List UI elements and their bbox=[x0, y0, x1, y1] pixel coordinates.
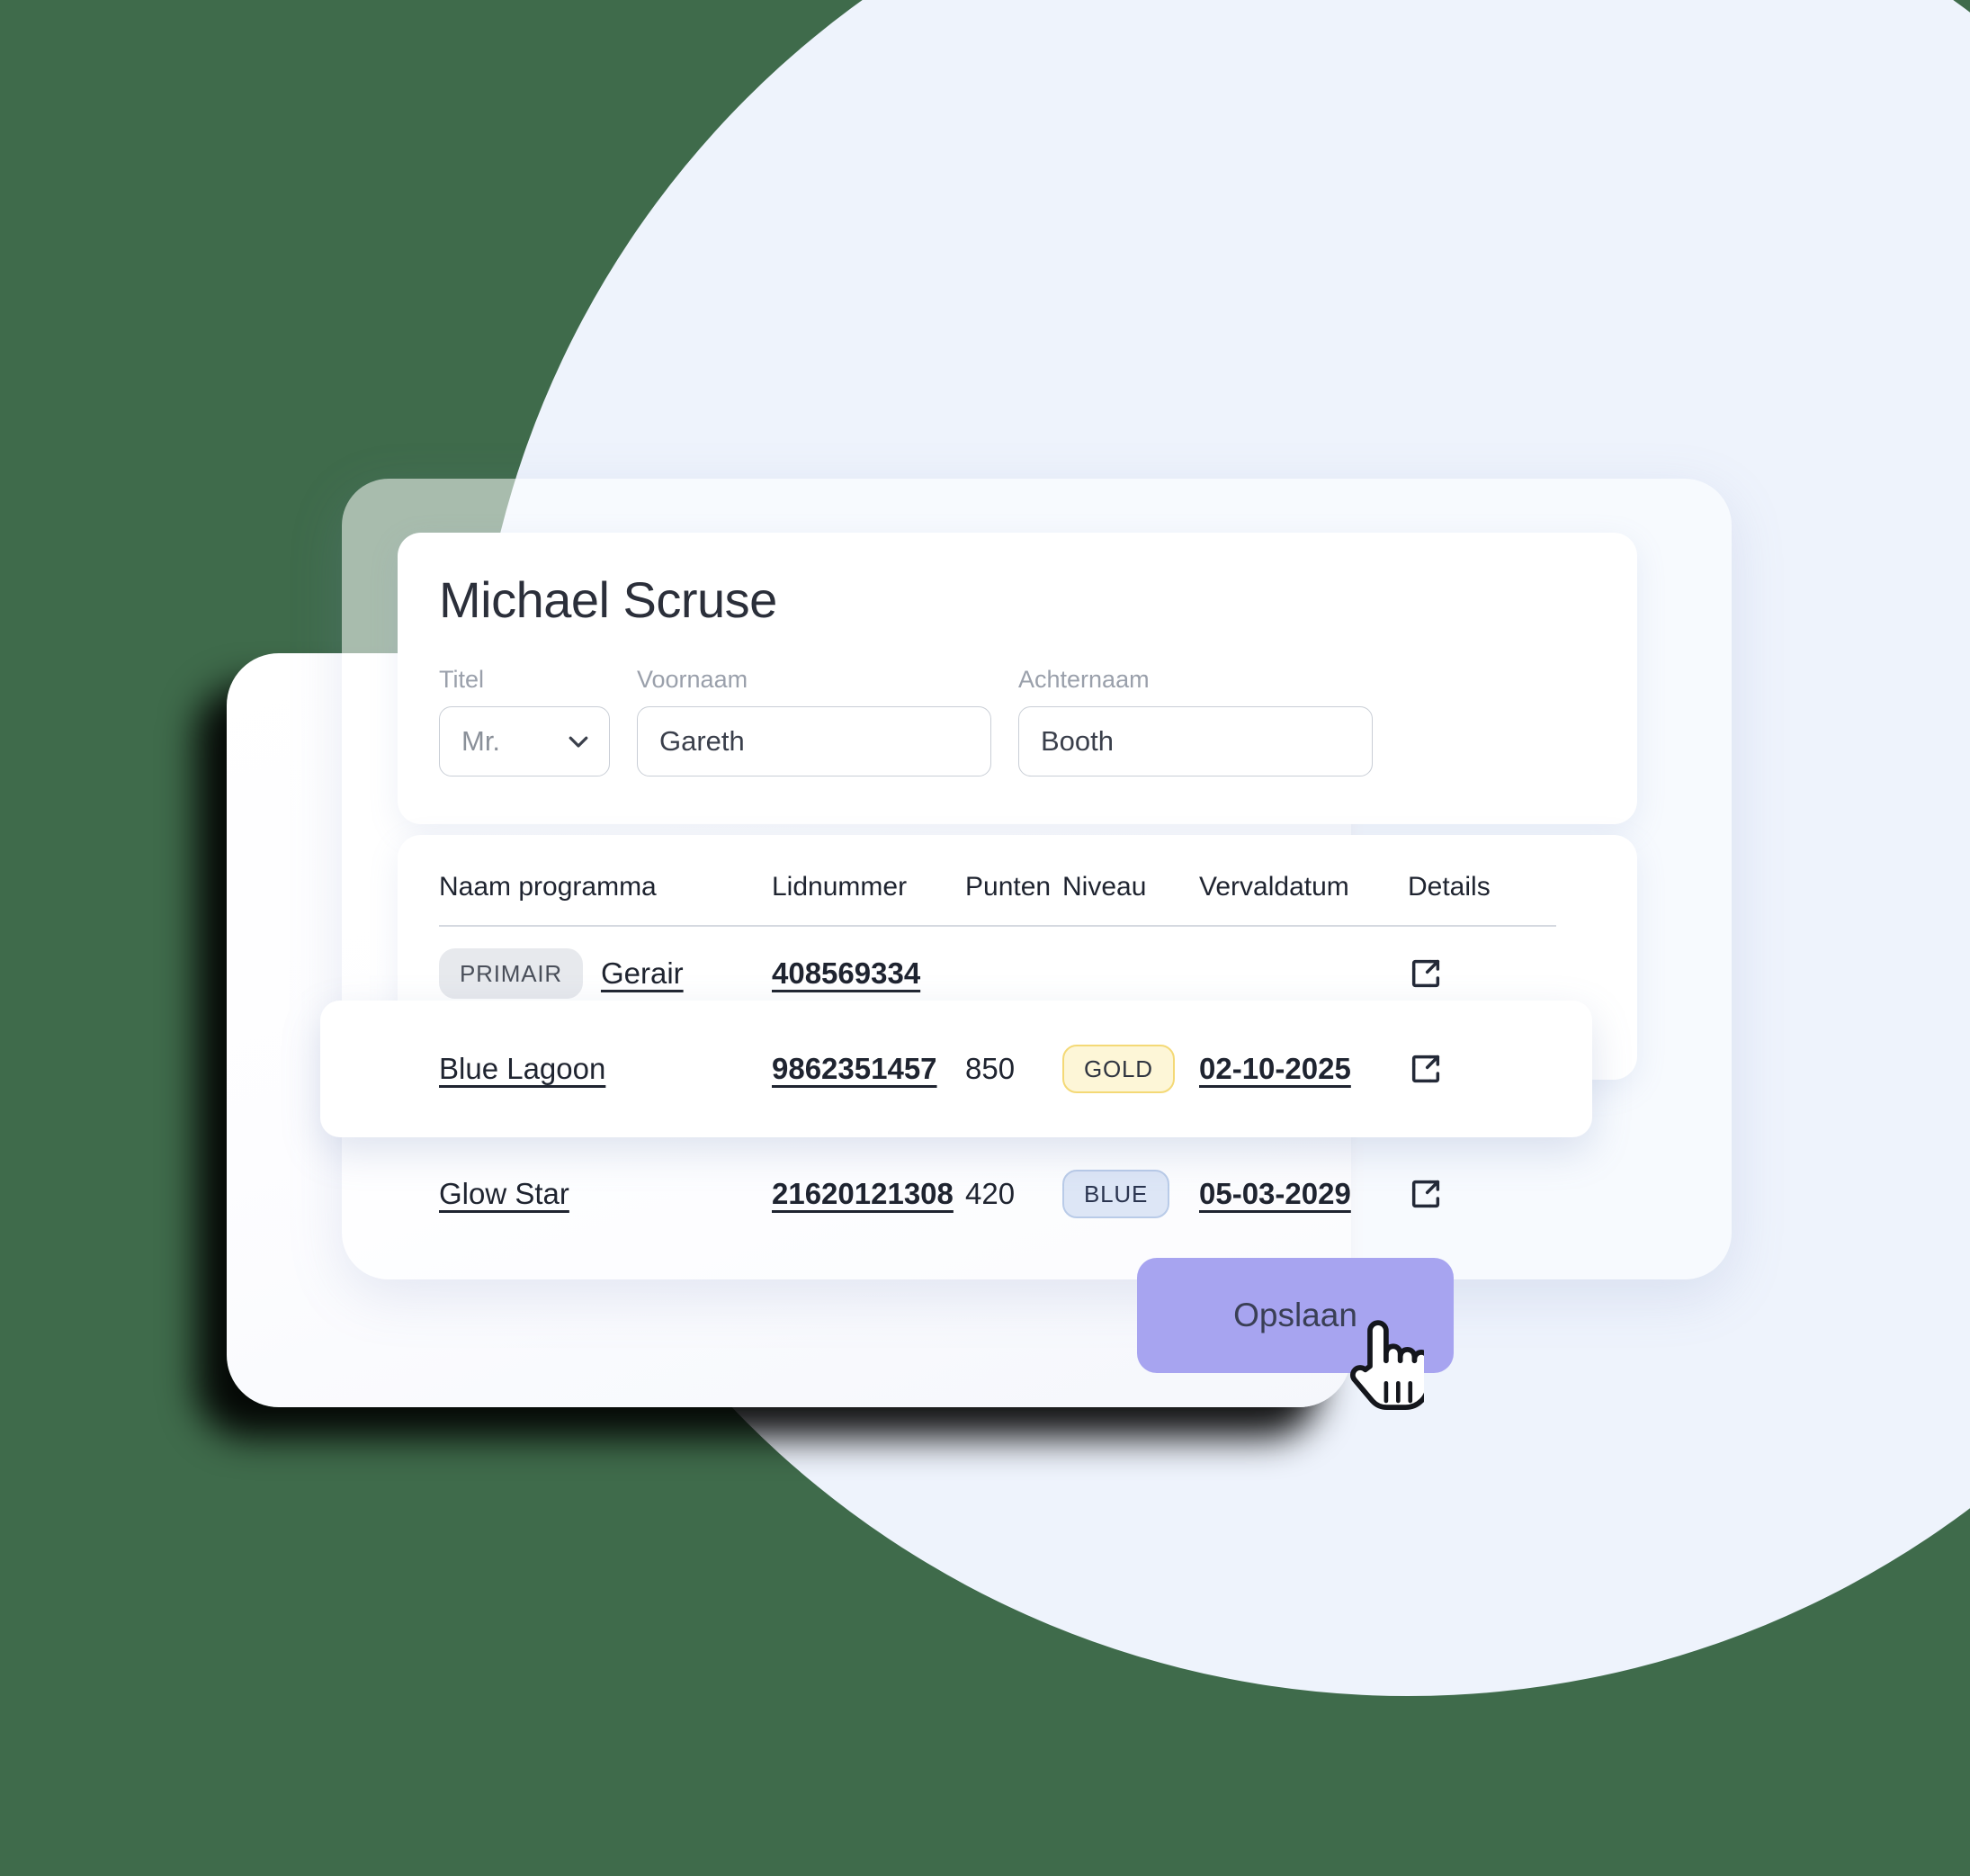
details-cell bbox=[1408, 1051, 1534, 1087]
program-link[interactable]: Blue Lagoon bbox=[439, 1052, 605, 1085]
highlighted-row-card: Blue Lagoon 9862351457 850 GOLD 02-10-20… bbox=[320, 1001, 1592, 1137]
status-badge: GOLD bbox=[1062, 1045, 1175, 1093]
title-field-group: Titel bbox=[439, 666, 610, 776]
external-link-icon[interactable] bbox=[1408, 1176, 1534, 1212]
program-cell: PRIMAIR Gerair bbox=[439, 948, 772, 999]
table-row[interactable]: PRIMAIR Gerair 408569334 bbox=[439, 948, 1556, 999]
level-cell: GOLD bbox=[1062, 1045, 1199, 1093]
points-cell: 420 bbox=[965, 1177, 1016, 1210]
points-cell: 850 bbox=[965, 1052, 1016, 1085]
expiry-date-link[interactable]: 05-03-2029 bbox=[1199, 1177, 1351, 1210]
external-link-icon[interactable] bbox=[1408, 956, 1534, 992]
table-header-row: Naam programma Lidnummer Punten Niveau V… bbox=[439, 858, 1556, 916]
expiry-date-link[interactable]: 02-10-2025 bbox=[1199, 1052, 1351, 1085]
card-stack-stage: Michael Scruse Titel Voornaam bbox=[0, 0, 1970, 1876]
membership-cell: 408569334 bbox=[772, 956, 965, 991]
table-row[interactable]: Glow Star 21620121308 420 BLUE 05-03-202… bbox=[439, 1170, 1556, 1218]
column-header-membership: Lidnummer bbox=[772, 872, 908, 902]
details-cell bbox=[1408, 1176, 1534, 1212]
membership-number-link[interactable]: 9862351457 bbox=[772, 1052, 937, 1085]
title-field-label: Titel bbox=[439, 666, 485, 693]
table-row[interactable]: Blue Lagoon 9862351457 850 GOLD 02-10-20… bbox=[439, 1001, 1556, 1137]
program-link[interactable]: Gerair bbox=[601, 956, 684, 991]
first-name-field-label: Voornaam bbox=[637, 666, 748, 693]
last-name-input[interactable] bbox=[1018, 706, 1373, 776]
status-badge: PRIMAIR bbox=[439, 948, 583, 999]
level-cell: BLUE bbox=[1062, 1170, 1199, 1218]
column-header-program: Naam programma bbox=[439, 872, 657, 902]
first-name-input[interactable] bbox=[637, 706, 991, 776]
page-title: Michael Scruse bbox=[439, 571, 777, 628]
external-link-icon[interactable] bbox=[1408, 1051, 1534, 1087]
program-cell: Glow Star bbox=[439, 1177, 772, 1211]
profile-card: Michael Scruse Titel Voornaam bbox=[398, 533, 1637, 824]
expiry-cell: 05-03-2029 bbox=[1199, 1177, 1408, 1211]
membership-number-link[interactable]: 21620121308 bbox=[772, 1177, 954, 1210]
membership-number-link[interactable]: 408569334 bbox=[772, 956, 920, 990]
save-button[interactable]: Opslaan bbox=[1137, 1258, 1454, 1373]
column-header-points: Punten bbox=[965, 872, 1052, 902]
program-cell: Blue Lagoon bbox=[439, 1052, 772, 1086]
expiry-cell: 02-10-2025 bbox=[1199, 1052, 1408, 1086]
column-header-level: Niveau bbox=[1062, 872, 1147, 902]
membership-cell: 21620121308 bbox=[772, 1177, 965, 1211]
membership-cell: 9862351457 bbox=[772, 1052, 965, 1086]
program-link[interactable]: Glow Star bbox=[439, 1177, 569, 1210]
details-cell bbox=[1408, 956, 1534, 992]
name-fields-row: Titel Voornaam Achternaam bbox=[439, 666, 1599, 776]
column-header-details: Details bbox=[1408, 872, 1491, 902]
title-select-wrap[interactable] bbox=[439, 706, 610, 776]
first-name-field-group: Voornaam bbox=[637, 666, 991, 776]
title-select[interactable] bbox=[439, 706, 610, 776]
table-header-divider bbox=[439, 925, 1556, 927]
last-name-field-label: Achternaam bbox=[1018, 666, 1150, 693]
column-header-expiry: Vervaldatum bbox=[1199, 872, 1349, 902]
status-badge: BLUE bbox=[1062, 1170, 1170, 1218]
last-name-field-group: Achternaam bbox=[1018, 666, 1373, 776]
